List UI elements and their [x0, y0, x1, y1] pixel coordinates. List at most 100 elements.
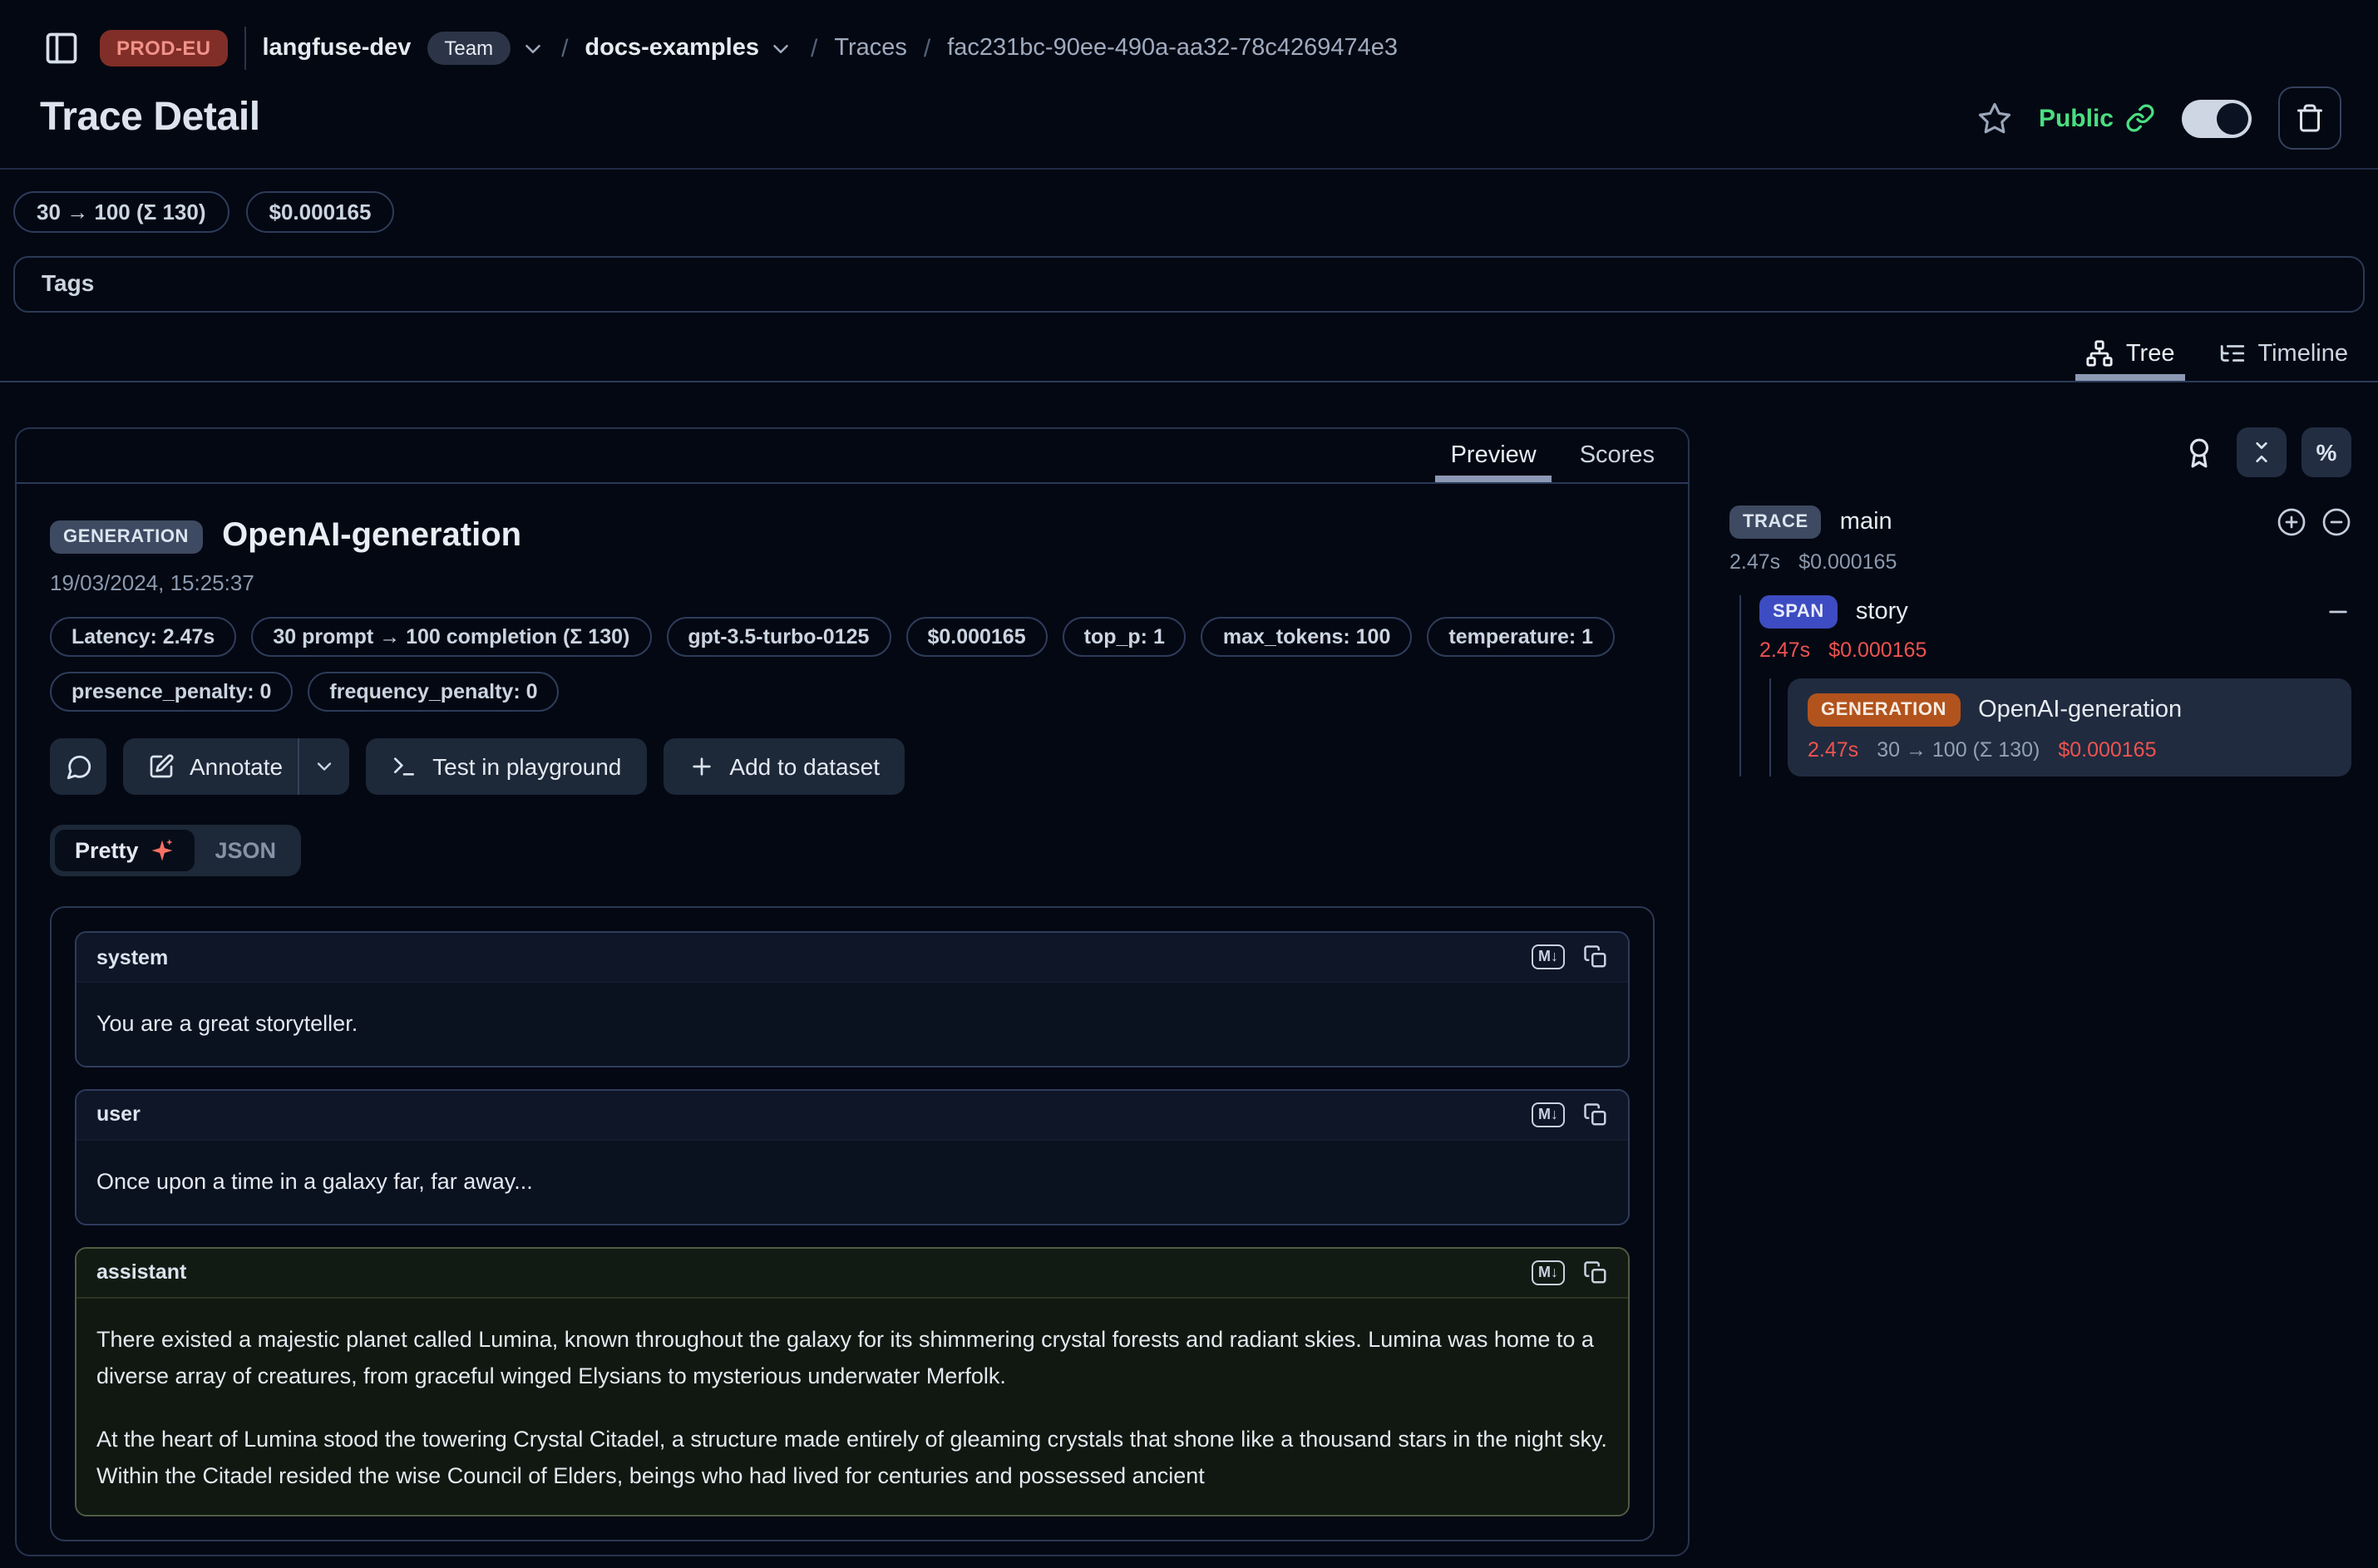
tree-node-span[interactable]: SPAN story: [1759, 595, 2351, 629]
sidebar-toggle-button[interactable]: [40, 27, 83, 70]
tree-node-generation-selected[interactable]: GENERATION OpenAI-generation 2.47s 30 → …: [1788, 678, 2351, 777]
public-link[interactable]: Public: [2039, 103, 2155, 133]
breadcrumb-org[interactable]: langfuse-dev: [263, 35, 412, 62]
max-tokens-badge: max_tokens: 100: [1201, 617, 1413, 657]
tab-scores[interactable]: Scores: [1580, 429, 1655, 482]
collapse-node-button[interactable]: [2325, 599, 2351, 625]
message-card-system: system M↓ You are a great storyteller.: [75, 931, 1630, 1068]
tree-node-trace[interactable]: TRACE main: [1729, 505, 2351, 539]
breadcrumb: PROD-EU langfuse-dev Team / docs-example…: [40, 23, 2341, 73]
tab-tree-label: Tree: [2126, 340, 2175, 367]
chevron-down-icon: [520, 36, 545, 61]
collapse-all-button[interactable]: [2237, 427, 2287, 477]
message-header: assistant M↓: [76, 1249, 1628, 1299]
message-header-icons: M↓: [1532, 1102, 1608, 1127]
comment-button[interactable]: [50, 738, 106, 795]
copy-icon: [1583, 1260, 1608, 1285]
metrics-toggle-button[interactable]: %: [2302, 427, 2351, 477]
panel-tabs: Preview Scores: [17, 429, 1688, 484]
delete-trace-button[interactable]: [2278, 86, 2341, 150]
markdown-toggle-icon[interactable]: M↓: [1532, 1260, 1565, 1285]
expand-all-button[interactable]: [2277, 507, 2306, 537]
copy-icon: [1583, 944, 1608, 969]
collapse-level-button[interactable]: [2321, 507, 2351, 537]
tree-icon: [2086, 339, 2114, 367]
scores-annotation-button[interactable]: [2183, 436, 2215, 468]
add-to-dataset-button[interactable]: Add to dataset: [663, 738, 905, 795]
generation-header: GENERATION OpenAI-generation: [50, 517, 1655, 555]
public-label: Public: [2039, 104, 2114, 132]
tab-preview[interactable]: Preview: [1451, 429, 1537, 482]
trace-node-label: TRACE main: [1729, 505, 1892, 539]
comment-icon: [64, 752, 92, 781]
panel-body: GENERATION OpenAI-generation 19/03/2024,…: [17, 484, 1688, 1555]
generation-node-label: GENERATION OpenAI-generation: [1808, 693, 2331, 727]
cost-badge: $0.000165: [905, 617, 1047, 657]
message-paragraph: You are a great storyteller.: [96, 1006, 1608, 1042]
breadcrumb-trace-id: fac231bc-90ee-490a-aa32-78c4269474e3: [947, 35, 1398, 62]
sparkles-icon: [150, 838, 175, 863]
trace-cost: $0.000165: [1798, 550, 1897, 574]
tab-timeline-label: Timeline: [2257, 340, 2348, 367]
star-button[interactable]: [1977, 101, 2012, 136]
trace-badges-row: 30 → 100 (Σ 130) $0.000165: [0, 170, 2378, 233]
content-area: Preview Scores GENERATION OpenAI-generat…: [0, 382, 2378, 1556]
span-children: GENERATION OpenAI-generation 2.47s 30 → …: [1769, 678, 2351, 777]
message-card-assistant: assistant M↓ There existed a majestic pl…: [75, 1247, 1630, 1516]
award-icon: [2183, 436, 2215, 468]
model-badge[interactable]: gpt-3.5-turbo-0125: [666, 617, 891, 657]
token-usage-badge: 30 → 100 (Σ 130): [13, 191, 229, 233]
breadcrumb-traces-link[interactable]: Traces: [834, 35, 907, 62]
generation-cost: $0.000165: [2058, 738, 2156, 762]
action-buttons-row: Annotate Test in playground Add to datas…: [50, 738, 1655, 795]
tags-container[interactable]: Tags: [13, 256, 2365, 313]
message-role: assistant: [96, 1261, 186, 1284]
format-json-button[interactable]: JSON: [195, 830, 297, 871]
message-header: user M↓: [76, 1091, 1628, 1141]
project-selector[interactable]: docs-examples: [585, 35, 794, 62]
observation-panel: Preview Scores GENERATION OpenAI-generat…: [15, 427, 1690, 1556]
copy-icon: [1583, 1102, 1608, 1127]
tree-toolbar: %: [1729, 427, 2351, 477]
public-toggle[interactable]: [2182, 99, 2252, 137]
view-mode-tabs: Tree Timeline: [0, 313, 2378, 382]
format-toggle: Pretty JSON: [50, 825, 301, 876]
trace-metrics: 2.47s $0.000165: [1729, 550, 2351, 574]
trace-tree-panel: % TRACE main 2.47s $0.000165: [1729, 427, 2365, 777]
annotate-button[interactable]: Annotate: [123, 738, 349, 795]
observation-title: OpenAI-generation: [222, 517, 521, 555]
format-pretty-button[interactable]: Pretty: [55, 830, 195, 871]
trace-name: main: [1840, 509, 1892, 535]
breadcrumb-separator: /: [811, 34, 817, 62]
test-in-playground-button[interactable]: Test in playground: [366, 738, 646, 795]
message-header-icons: M↓: [1532, 1260, 1608, 1285]
tab-timeline[interactable]: Timeline: [2218, 339, 2348, 381]
annotate-dropdown-button[interactable]: [298, 738, 349, 795]
copy-button[interactable]: [1583, 1102, 1608, 1127]
star-icon: [1977, 101, 2012, 136]
latency-badge: Latency: 2.47s: [50, 617, 236, 657]
message-role: system: [96, 945, 168, 969]
cost-badge: $0.000165: [246, 191, 395, 233]
chevron-down-icon: [769, 36, 794, 61]
tab-tree[interactable]: Tree: [2086, 339, 2175, 381]
markdown-toggle-icon[interactable]: M↓: [1532, 1102, 1565, 1127]
message-content: You are a great storyteller.: [76, 983, 1628, 1068]
panel-left-icon: [43, 30, 80, 67]
message-content: Once upon a time in a galaxy far, far aw…: [76, 1141, 1628, 1225]
top-p-badge: top_p: 1: [1063, 617, 1187, 657]
copy-button[interactable]: [1583, 944, 1608, 969]
presence-penalty-badge: presence_penalty: 0: [50, 672, 293, 712]
markdown-toggle-icon[interactable]: M↓: [1532, 944, 1565, 969]
toggle-knob: [2217, 102, 2248, 134]
generation-type-badge: GENERATION: [1808, 693, 1960, 727]
breadcrumb-project: docs-examples: [585, 35, 759, 62]
timeline-icon: [2218, 339, 2246, 367]
copy-button[interactable]: [1583, 1260, 1608, 1285]
frequency-penalty-badge: frequency_penalty: 0: [308, 672, 559, 712]
environment-badge[interactable]: PROD-EU: [100, 30, 228, 67]
org-plan-selector[interactable]: Team: [427, 32, 545, 65]
parameter-badges: Latency: 2.47s 30 prompt → 100 completio…: [50, 617, 1655, 712]
trace-type-badge: TRACE: [1729, 505, 1822, 539]
generation-tokens: 30 → 100 (Σ 130): [1877, 738, 2040, 762]
